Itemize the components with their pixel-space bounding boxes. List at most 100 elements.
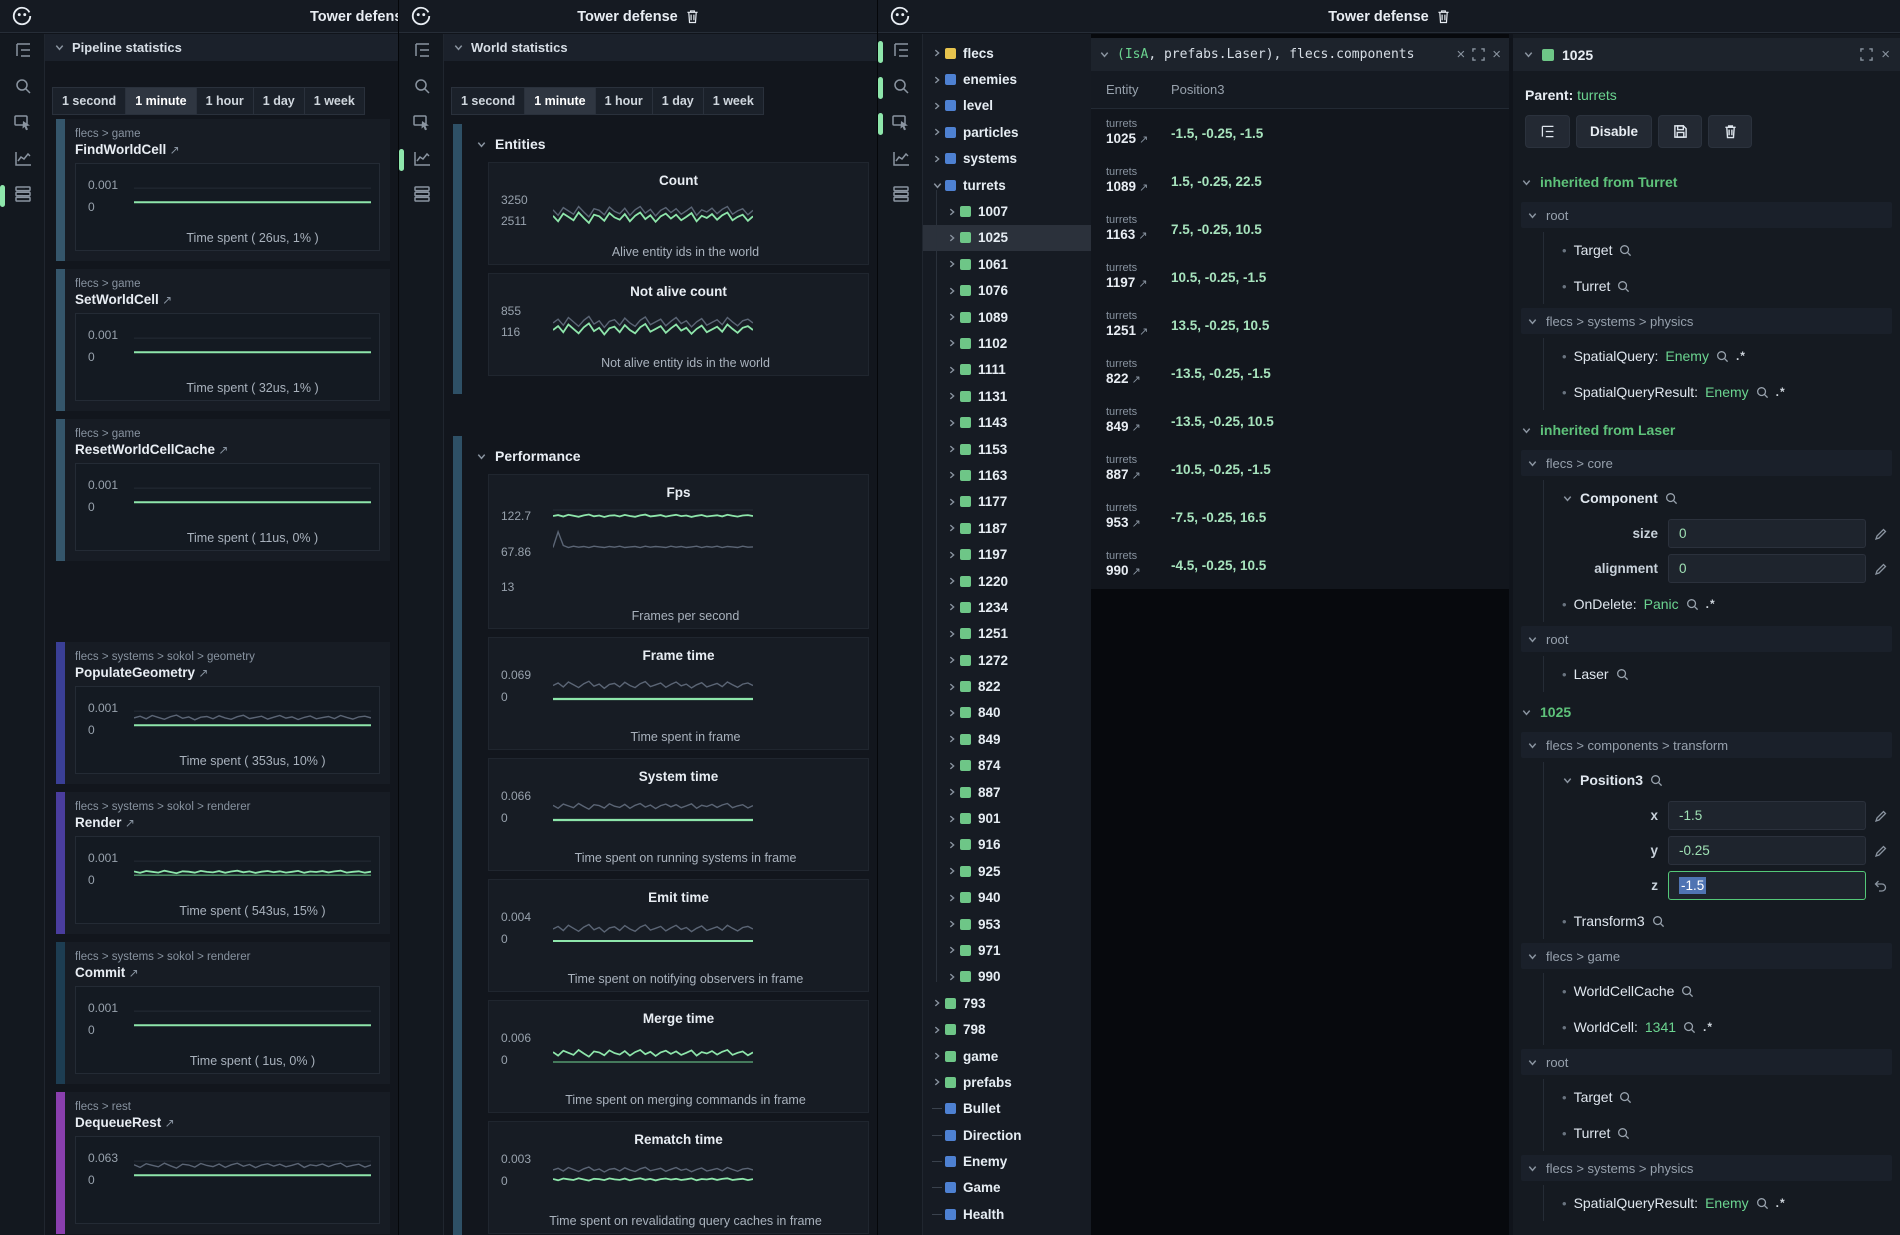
search-icon[interactable] bbox=[0, 70, 45, 106]
tag-row-Target[interactable]: •Target bbox=[1543, 232, 1900, 268]
pair-target-icon[interactable]: .* bbox=[1776, 1196, 1786, 1210]
search-icon[interactable] bbox=[399, 70, 444, 106]
chevron-right-icon[interactable] bbox=[931, 154, 943, 164]
query-result-row[interactable]: turrets822 ↗-13.5, -0.25, -1.5 bbox=[1091, 349, 1509, 397]
chevron-right-icon[interactable] bbox=[946, 497, 958, 507]
chevron-right-icon[interactable] bbox=[946, 629, 958, 639]
query-bar[interactable]: (IsA, prefabs.Laser), flecs.components ×… bbox=[1091, 38, 1509, 71]
tab-1-minute[interactable]: 1 minute bbox=[525, 87, 595, 115]
chevron-right-icon[interactable] bbox=[946, 893, 958, 903]
pair-target-icon[interactable]: .* bbox=[1706, 597, 1716, 611]
chevron-right-icon[interactable] bbox=[946, 972, 958, 982]
tab-1-day[interactable]: 1 day bbox=[254, 87, 305, 115]
tree-item-822[interactable]: 822 bbox=[923, 673, 1091, 699]
query-result-row[interactable]: turrets1089 ↗1.5, -0.25, 22.5 bbox=[1091, 157, 1509, 205]
statistics-icon[interactable] bbox=[0, 142, 45, 178]
tree-item-874[interactable]: 874 bbox=[923, 753, 1091, 779]
tree-item-systems[interactable]: systems bbox=[923, 146, 1091, 172]
tab-1-second[interactable]: 1 second bbox=[451, 87, 525, 115]
chevron-right-icon[interactable] bbox=[946, 207, 958, 217]
query-result-row[interactable]: turrets849 ↗-13.5, -0.25, 10.5 bbox=[1091, 397, 1509, 445]
entity-tree-icon[interactable] bbox=[0, 34, 45, 70]
tree-item-1272[interactable]: 1272 bbox=[923, 647, 1091, 673]
expand-panel-icon[interactable] bbox=[1860, 48, 1873, 61]
tree-item-1187[interactable]: 1187 bbox=[923, 515, 1091, 541]
query-result-row[interactable]: turrets990 ↗-4.5, -0.25, 10.5 bbox=[1091, 541, 1509, 589]
search-icon[interactable] bbox=[1619, 1091, 1632, 1104]
tab-1-week[interactable]: 1 week bbox=[305, 87, 365, 115]
tree-item-990[interactable]: 990 bbox=[923, 964, 1091, 990]
tag-value-link[interactable]: Enemy bbox=[1665, 348, 1709, 364]
tree-item-887[interactable]: 887 bbox=[923, 779, 1091, 805]
search-icon[interactable] bbox=[1650, 774, 1663, 787]
chevron-right-icon[interactable] bbox=[946, 233, 958, 243]
tree-item-Enemy[interactable]: Enemy bbox=[923, 1148, 1091, 1174]
tab-1-week[interactable]: 1 week bbox=[704, 87, 764, 115]
tree-toggle[interactable] bbox=[931, 1161, 943, 1162]
chevron-right-icon[interactable] bbox=[946, 866, 958, 876]
entity-tree-icon[interactable] bbox=[399, 34, 444, 70]
open-link-icon[interactable]: ↗ bbox=[1129, 566, 1141, 578]
delete-entity-button[interactable] bbox=[1708, 115, 1752, 148]
tree-item-971[interactable]: 971 bbox=[923, 937, 1091, 963]
component-group-flecs-core[interactable]: flecs > core bbox=[1521, 450, 1892, 476]
tag-row-Target[interactable]: •Target bbox=[1543, 1079, 1900, 1115]
tree-item-Direction[interactable]: Direction bbox=[923, 1122, 1091, 1148]
tree-item-1061[interactable]: 1061 bbox=[923, 251, 1091, 277]
chevron-right-icon[interactable] bbox=[946, 550, 958, 560]
search-icon[interactable] bbox=[1652, 915, 1665, 928]
tree-toggle[interactable] bbox=[931, 1187, 943, 1188]
tree-item-Game[interactable]: Game bbox=[923, 1175, 1091, 1201]
tree-item-flecs[interactable]: flecs bbox=[923, 40, 1091, 66]
delete-world-icon[interactable] bbox=[686, 9, 699, 24]
field-input-y[interactable]: -0.25 bbox=[1668, 836, 1866, 865]
search-icon[interactable] bbox=[1665, 492, 1678, 505]
tree-item-1177[interactable]: 1177 bbox=[923, 489, 1091, 515]
tag-row-SpatialQuery[interactable]: •SpatialQuery: Enemy.* bbox=[1543, 338, 1900, 374]
entity-id-link[interactable]: 990 ↗ bbox=[1106, 563, 1171, 580]
tab-1-hour[interactable]: 1 hour bbox=[596, 87, 653, 115]
open-link-icon[interactable]: ↗ bbox=[1135, 278, 1147, 290]
open-link-icon[interactable]: ↗ bbox=[1129, 422, 1141, 434]
search-icon[interactable] bbox=[1681, 985, 1694, 998]
chevron-right-icon[interactable] bbox=[946, 444, 958, 454]
tree-item-particles[interactable]: particles bbox=[923, 119, 1091, 145]
component-row-Position3[interactable]: Position3 bbox=[1543, 762, 1900, 798]
inspector-section-inherited-from-Laser[interactable]: inherited from Laser bbox=[1513, 410, 1900, 446]
chevron-right-icon[interactable] bbox=[946, 602, 958, 612]
chevron-right-icon[interactable] bbox=[946, 418, 958, 428]
chevron-right-icon[interactable] bbox=[946, 470, 958, 480]
field-input-alignment[interactable]: 0 bbox=[1668, 554, 1866, 583]
canvas-icon[interactable] bbox=[878, 106, 923, 142]
flecs-logo-icon[interactable] bbox=[11, 5, 33, 32]
query-result-row[interactable]: turrets887 ↗-10.5, -0.25, -1.5 bbox=[1091, 445, 1509, 493]
component-group-root[interactable]: root bbox=[1521, 202, 1892, 228]
open-link-icon[interactable]: ↗ bbox=[161, 1116, 174, 1130]
tables-icon[interactable] bbox=[0, 178, 45, 214]
component-group-flecs-systems-physics[interactable]: flecs > systems > physics bbox=[1521, 1155, 1892, 1181]
tag-row-Turret[interactable]: •Turret bbox=[1543, 268, 1900, 304]
search-icon[interactable] bbox=[1683, 1021, 1696, 1034]
statistics-icon[interactable] bbox=[399, 142, 444, 178]
tree-item-1102[interactable]: 1102 bbox=[923, 330, 1091, 356]
chevron-right-icon[interactable] bbox=[931, 48, 943, 58]
tree-item-793[interactable]: 793 bbox=[923, 990, 1091, 1016]
search-icon[interactable] bbox=[1617, 1127, 1630, 1140]
tag-row-WorldCell[interactable]: •WorldCell: 1341.* bbox=[1543, 1009, 1900, 1045]
tag-row-Transform3[interactable]: •Transform3 bbox=[1543, 903, 1900, 939]
chevron-right-icon[interactable] bbox=[946, 576, 958, 586]
tree-item-1076[interactable]: 1076 bbox=[923, 278, 1091, 304]
chevron-right-icon[interactable] bbox=[946, 734, 958, 744]
stat-title[interactable]: PopulateGeometry ↗ bbox=[75, 665, 380, 680]
inspector-section-inherited-from-Turret[interactable]: inherited from Turret bbox=[1513, 162, 1900, 198]
tree-item-1007[interactable]: 1007 bbox=[923, 198, 1091, 224]
chevron-right-icon[interactable] bbox=[946, 919, 958, 929]
tab-1-hour[interactable]: 1 hour bbox=[197, 87, 254, 115]
statistics-icon[interactable] bbox=[878, 142, 923, 178]
delete-world-icon[interactable] bbox=[1437, 9, 1450, 24]
chevron-right-icon[interactable] bbox=[946, 682, 958, 692]
chevron-right-icon[interactable] bbox=[931, 101, 943, 111]
canvas-icon[interactable] bbox=[0, 106, 45, 142]
tag-row-WorldCellCache[interactable]: •WorldCellCache bbox=[1543, 973, 1900, 1009]
edit-pencil-icon[interactable] bbox=[1874, 809, 1888, 823]
